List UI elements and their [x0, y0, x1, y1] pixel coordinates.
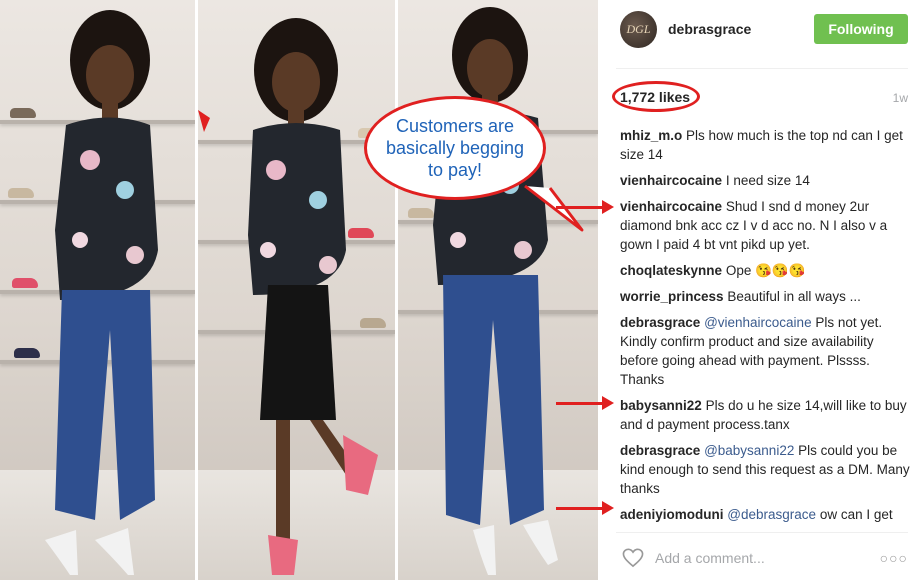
header-divider	[616, 68, 908, 69]
comments-list[interactable]: mhiz_m.o Pls how much is the top nd can …	[620, 126, 910, 524]
post-timestamp[interactable]: 1w	[893, 91, 908, 105]
woman-figure-1	[45, 10, 158, 575]
comment-mention[interactable]: @babysanni22	[704, 443, 794, 458]
comment-username[interactable]: adeniyiomoduni	[620, 507, 724, 522]
comment: mhiz_m.o Pls how much is the top nd can …	[620, 126, 910, 164]
likes-highlight-circle	[612, 81, 700, 112]
avatar-initials: DGL	[626, 22, 651, 36]
comment: debrasgrace @vienhaircocaine Pls not yet…	[620, 313, 910, 389]
photo-panel-3	[398, 0, 598, 580]
avatar[interactable]: DGL	[620, 11, 657, 48]
woman-figure-3	[433, 7, 558, 575]
post-header: DGL debrasgrace Following	[598, 0, 924, 68]
comment-username[interactable]: babysanni22	[620, 398, 702, 413]
comment: babysanni22 Pls do u he size 14,will lik…	[620, 396, 910, 434]
username-link[interactable]: debrasgrace	[668, 21, 751, 37]
heart-icon[interactable]	[622, 548, 644, 568]
comment-username[interactable]: worrie_princess	[620, 289, 724, 304]
red-arrow-1	[556, 200, 614, 214]
comment-username[interactable]: mhiz_m.o	[620, 128, 682, 143]
comment-mention[interactable]: @debrasgrace	[727, 507, 816, 522]
comment-mention[interactable]: @vienhaircocaine	[704, 315, 812, 330]
red-arrow-2	[556, 396, 614, 410]
comment: vienhaircocaine I need size 14	[620, 171, 910, 190]
footer-divider	[616, 532, 908, 533]
comment-username[interactable]: debrasgrace	[620, 443, 700, 458]
comment-username[interactable]: debrasgrace	[620, 315, 700, 330]
comment-username[interactable]: choqlateskynne	[620, 263, 722, 278]
annotation-text: Customers are basically begging to pay!	[385, 116, 525, 180]
comment-username[interactable]: vienhaircocaine	[620, 173, 722, 188]
post-sidebar: DGL debrasgrace Following 1,772 likes 1w…	[598, 0, 924, 580]
comment-username[interactable]: vienhaircocaine	[620, 199, 722, 214]
post-photo-collage[interactable]	[0, 0, 598, 580]
comment: choqlateskynne Ope 😘😘😘	[620, 261, 910, 280]
photo-panel-1	[0, 0, 195, 580]
comment: debrasgrace @babysanni22 Pls could you b…	[620, 441, 910, 498]
woman-figure-2	[198, 18, 378, 575]
comment: vienhaircocaine Shud I snd d money 2ur d…	[620, 197, 910, 254]
comment-text: Beautiful in all ways ...	[727, 289, 861, 304]
red-arrow-3	[556, 501, 614, 515]
annotation-speech-bubble: Customers are basically begging to pay!	[364, 96, 546, 200]
following-button[interactable]: Following	[814, 14, 908, 44]
comment-text: Ope 😘😘😘	[725, 263, 806, 278]
more-options-icon[interactable]: ○○○	[880, 550, 908, 566]
comment: worrie_princess Beautiful in all ways ..…	[620, 287, 910, 306]
add-comment-input[interactable]: Add a comment...	[655, 550, 765, 566]
comment: adeniyiomoduni @debrasgrace ow can I get…	[620, 505, 910, 524]
comment-text: I need size 14	[725, 173, 810, 188]
photo-panel-2	[198, 0, 395, 580]
